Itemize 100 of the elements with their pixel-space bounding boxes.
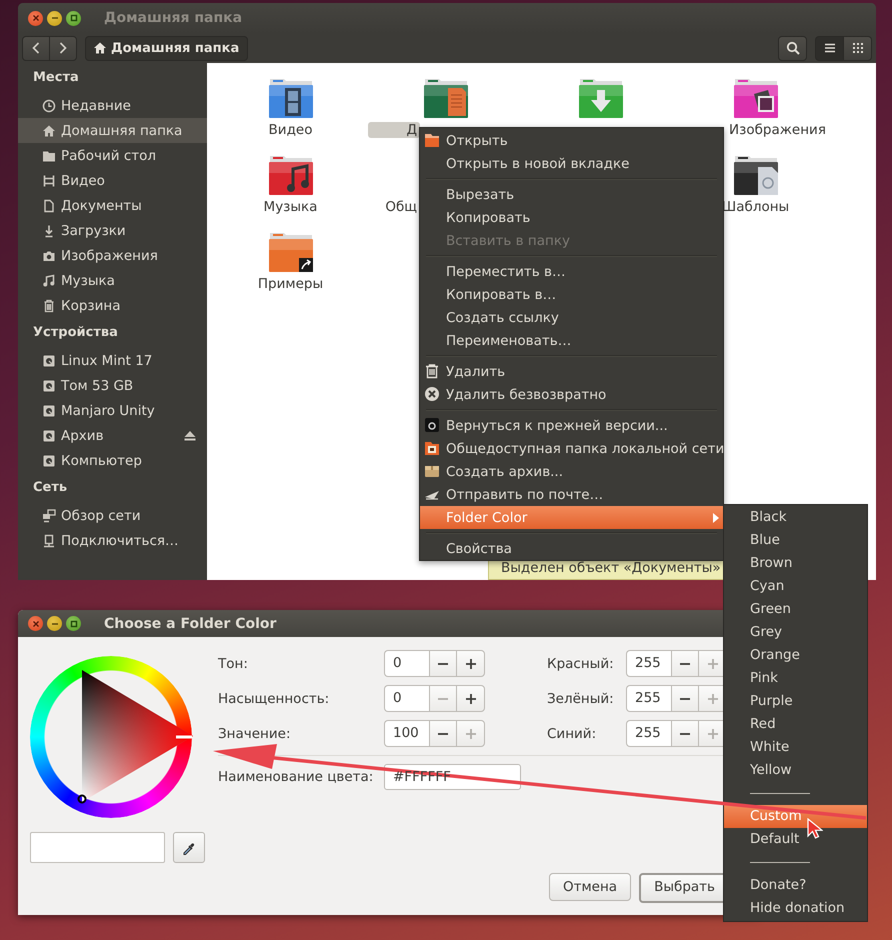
sidebar-item[interactable]: Архив xyxy=(18,423,207,448)
number-field[interactable]: 255 xyxy=(626,685,671,712)
menu-item[interactable]: Red xyxy=(724,713,867,736)
menu-item[interactable]: Копировать в… xyxy=(420,283,723,306)
menu-item[interactable]: Копировать xyxy=(420,206,723,229)
sidebar-item[interactable]: Музыка xyxy=(18,268,207,293)
trash-icon xyxy=(424,363,440,379)
eject-icon[interactable] xyxy=(183,428,197,442)
folder-label[interactable]: Д xyxy=(368,122,420,138)
increment-button[interactable] xyxy=(456,650,485,677)
close-button[interactable] xyxy=(28,616,43,631)
sidebar-item[interactable]: Том 53 GB xyxy=(18,373,207,398)
menu-item[interactable]: Общедоступная папка локальной сети xyxy=(420,437,723,460)
menu-item[interactable]: Yellow xyxy=(724,759,867,782)
decrement-button[interactable] xyxy=(670,650,698,677)
menu-item[interactable]: Green xyxy=(724,598,867,621)
list-view-button[interactable] xyxy=(815,36,844,60)
folder-icon[interactable] xyxy=(266,76,314,120)
number-field[interactable]: 0 xyxy=(384,685,429,712)
number-field[interactable]: 255 xyxy=(626,650,671,677)
sidebar-item[interactable]: Изображения xyxy=(18,243,207,268)
menu-item[interactable]: Black xyxy=(724,506,867,529)
sidebar-heading: Устройства xyxy=(32,324,119,342)
folder-label[interactable]: Музыка xyxy=(260,199,320,215)
sidebar-item[interactable]: Рабочий стол xyxy=(18,143,207,168)
folder-icon[interactable] xyxy=(266,153,314,197)
menu-item[interactable]: Удалить xyxy=(420,360,723,383)
menu-item[interactable]: Открыть в новой вкладке xyxy=(420,152,723,175)
menu-item[interactable]: Grey xyxy=(724,621,867,644)
decrement-button[interactable] xyxy=(670,685,698,712)
minimize-button[interactable] xyxy=(47,616,62,631)
sidebar-item[interactable]: Видео xyxy=(18,168,207,193)
sidebar-item[interactable]: Manjaro Unity xyxy=(18,398,207,423)
number-field[interactable]: 0 xyxy=(384,650,429,677)
menu-item[interactable]: Pink xyxy=(724,667,867,690)
music-icon xyxy=(42,274,56,288)
number-field[interactable]: 100 xyxy=(384,720,429,747)
maximize-icon xyxy=(70,14,78,22)
folder-icon[interactable] xyxy=(422,76,470,120)
sidebar-item[interactable]: Корзина xyxy=(18,293,207,318)
cancel-button[interactable]: Отмена xyxy=(548,873,632,901)
folder-label[interactable]: Видео xyxy=(266,122,316,138)
drive-icon xyxy=(42,378,56,392)
menu-item[interactable]: Удалить безвозвратно xyxy=(420,383,723,406)
decrement-button[interactable] xyxy=(670,720,698,747)
trash-icon xyxy=(42,298,56,312)
decrement-button[interactable] xyxy=(428,720,456,747)
menu-item[interactable]: Отправить по почте… xyxy=(420,483,723,506)
minimize-button[interactable] xyxy=(47,10,62,26)
field-label: Синий: xyxy=(546,726,598,742)
menu-item[interactable]: Orange xyxy=(724,644,867,667)
menu-item[interactable]: Переименовать… xyxy=(420,329,723,352)
folder-icon[interactable] xyxy=(732,153,780,197)
sidebar-item[interactable]: Подключиться… xyxy=(18,528,207,553)
field-label: Зелёный: xyxy=(546,690,615,706)
folder-label[interactable]: Изображения xyxy=(726,122,829,138)
field-label: Красный: xyxy=(546,656,615,672)
sidebar-item[interactable]: Компьютер xyxy=(18,448,207,473)
hue-marker-icon[interactable] xyxy=(176,735,192,739)
menu-item[interactable]: Переместить в… xyxy=(420,260,723,283)
field-label: Наименование цвета: xyxy=(218,769,374,785)
window-title: Choose a Folder Color xyxy=(104,616,276,632)
grid-view-button[interactable] xyxy=(844,36,872,60)
maximize-button[interactable] xyxy=(66,10,81,26)
selector-ring-icon[interactable] xyxy=(77,794,87,804)
menu-item[interactable]: Blue xyxy=(724,529,867,552)
network-icon xyxy=(42,508,56,522)
sidebar-item[interactable]: Загрузки xyxy=(18,218,207,243)
menu-item[interactable]: Открыть xyxy=(420,129,723,152)
sidebar-item[interactable]: Недавние xyxy=(18,93,207,118)
path-button[interactable]: Домашняя папка xyxy=(85,36,248,60)
folder-icon[interactable] xyxy=(266,230,314,274)
maximize-button[interactable] xyxy=(66,616,81,631)
folder-label[interactable]: Общ xyxy=(368,199,420,215)
menu-item[interactable]: Purple xyxy=(724,690,867,713)
menu-item[interactable]: White xyxy=(724,736,867,759)
plus-icon xyxy=(464,692,477,704)
increment-button[interactable] xyxy=(456,685,485,712)
sidebar-item[interactable]: Linux Mint 17 xyxy=(18,348,207,373)
folder-label[interactable]: Примеры xyxy=(254,276,326,292)
decrement-button[interactable] xyxy=(428,650,456,677)
sidebar-item[interactable]: Документы xyxy=(18,193,207,218)
menu-item[interactable]: Default xyxy=(724,828,867,851)
list-icon xyxy=(822,41,836,55)
folder-icon[interactable] xyxy=(732,76,780,120)
menu-item[interactable]: Создать архив... xyxy=(420,460,723,483)
close-icon xyxy=(32,620,40,628)
drive-icon xyxy=(42,354,56,368)
search-button[interactable] xyxy=(778,36,807,60)
computer-icon xyxy=(42,534,56,548)
sidebar-item[interactable]: Обзор сети xyxy=(18,503,207,528)
close-button[interactable] xyxy=(28,10,43,26)
menu-item[interactable]: Вернуться к прежней версии... xyxy=(420,414,723,437)
menu-item[interactable]: Вырезать xyxy=(420,183,723,206)
home-icon xyxy=(42,124,56,138)
maximize-icon xyxy=(70,620,78,628)
menu-item[interactable]: Создать ссылку xyxy=(420,306,723,329)
eyedropper-button[interactable] xyxy=(173,832,205,863)
sidebar-item[interactable]: Домашняя папка xyxy=(18,118,207,143)
number-field[interactable]: 255 xyxy=(626,720,671,747)
